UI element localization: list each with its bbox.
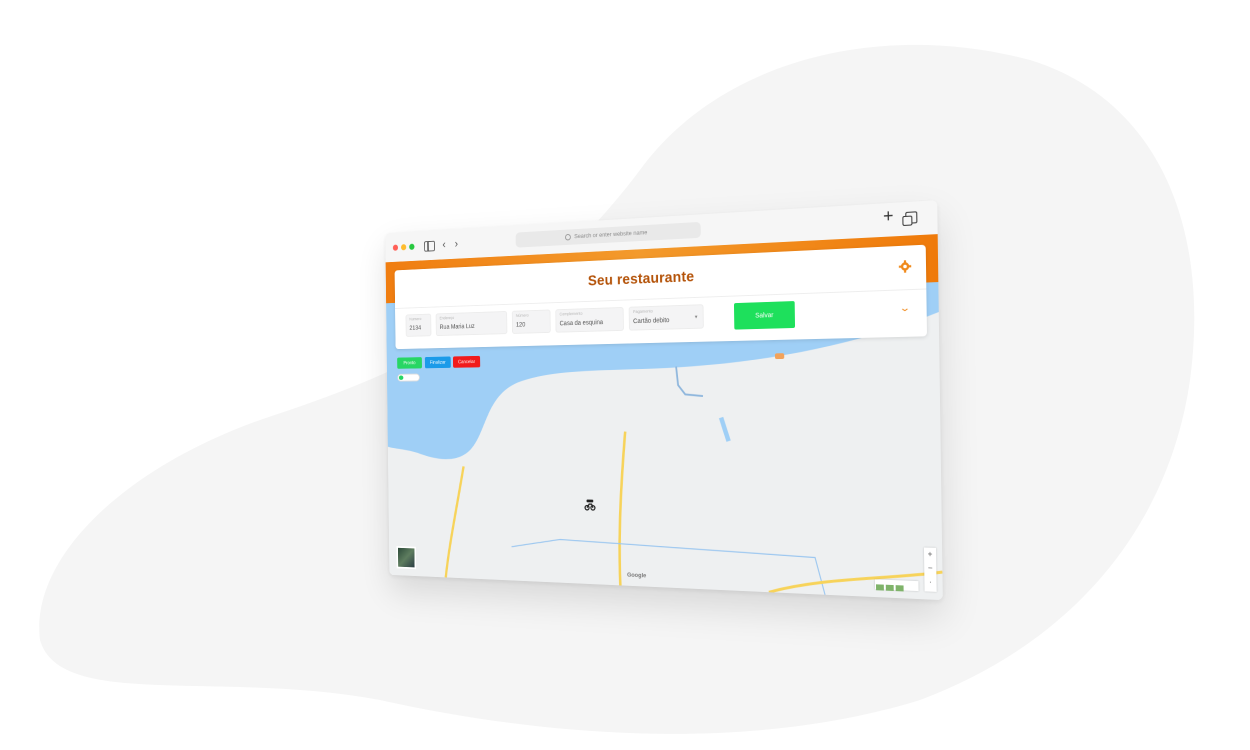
satellite-toggle-thumbnail[interactable] xyxy=(396,546,417,570)
street-number-field[interactable]: Número 120 xyxy=(511,309,551,334)
field-value: Casa da esquina xyxy=(559,319,604,328)
expand-chevron-icon[interactable]: ⌄ xyxy=(899,303,911,314)
order-number-field[interactable]: Numero 2134 xyxy=(405,313,432,337)
field-value: Cartão debito xyxy=(633,317,670,326)
finish-button[interactable]: Finalizar xyxy=(424,356,451,369)
cancel-button[interactable]: Cancelar xyxy=(452,355,481,368)
map-poi-marker[interactable] xyxy=(774,353,785,360)
field-label: Pagamento xyxy=(632,308,653,314)
page-content: Google + − · Seu restaurante Numero 2134… xyxy=(385,234,943,601)
browser-window: ‹ › Search or enter website name + Googl… xyxy=(385,200,943,601)
sidebar-toggle-icon[interactable] xyxy=(424,240,435,252)
boundary-line xyxy=(511,538,825,595)
field-value: 120 xyxy=(515,321,526,329)
gear-icon[interactable] xyxy=(898,259,912,273)
save-button[interactable]: Salvar xyxy=(733,301,796,330)
forward-arrow-icon[interactable]: › xyxy=(455,237,459,251)
map-zoom-control[interactable]: + − · xyxy=(923,547,937,592)
main-road xyxy=(618,432,627,586)
river-line xyxy=(676,366,703,396)
address-field[interactable]: Endereço Rua Maria Luz xyxy=(435,311,508,337)
map-layers-control[interactable] xyxy=(874,579,919,592)
maximize-window-dot[interactable] xyxy=(409,243,415,250)
address-bar[interactable]: Search or enter website name xyxy=(515,221,701,248)
payment-select[interactable]: Pagamento Cartão debito ▾ xyxy=(628,304,704,331)
toggle-knob xyxy=(398,375,404,380)
toggle-switch[interactable] xyxy=(397,373,420,382)
field-label: Endereço xyxy=(439,315,455,321)
new-tab-icon[interactable]: + xyxy=(883,206,894,226)
field-label: Numero xyxy=(409,316,422,322)
tabs-overview-icon[interactable] xyxy=(905,211,918,224)
zoom-in-icon[interactable]: + xyxy=(924,548,936,562)
minimize-window-dot[interactable] xyxy=(400,244,407,251)
field-label: Número xyxy=(515,312,529,318)
chevron-down-icon: ▾ xyxy=(694,314,698,321)
canal-line xyxy=(721,418,729,442)
secondary-road xyxy=(444,466,465,578)
address-placeholder: Search or enter website name xyxy=(574,229,648,241)
field-value: Rua Maria Luz xyxy=(439,323,475,331)
zoom-out-icon[interactable]: − xyxy=(924,561,936,575)
field-value: 2134 xyxy=(409,325,422,332)
search-icon xyxy=(565,233,571,241)
field-label: Complemento xyxy=(559,311,583,317)
ready-button[interactable]: Pronto xyxy=(397,357,422,369)
street-view-icon[interactable]: · xyxy=(924,575,936,589)
complement-field[interactable]: Complemento Casa da esquina xyxy=(555,306,624,333)
google-logo: Google xyxy=(627,571,647,580)
close-window-dot[interactable] xyxy=(392,244,399,251)
back-arrow-icon[interactable]: ‹ xyxy=(442,238,445,252)
motorcycle-courier-icon[interactable] xyxy=(584,499,596,512)
